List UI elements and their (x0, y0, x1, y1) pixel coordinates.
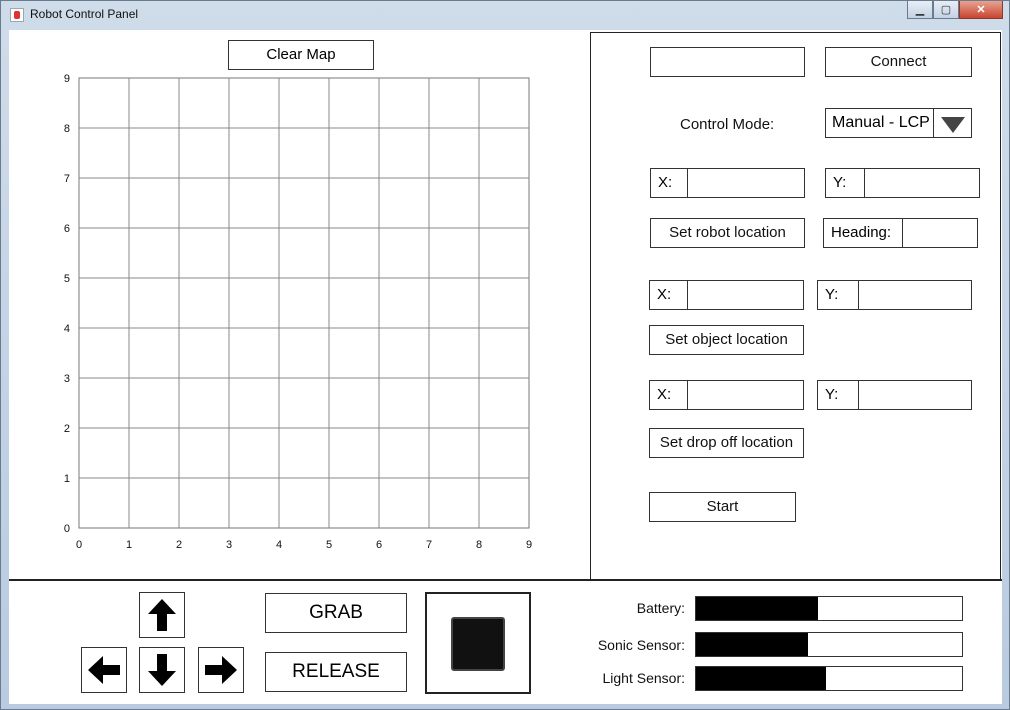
x-tick-label: 9 (526, 539, 532, 550)
y-tick-label: 2 (64, 423, 70, 435)
y-tick-label: 9 (64, 73, 70, 85)
y-tick-label: 3 (64, 373, 70, 385)
y-tick-label: 7 (64, 173, 70, 185)
title-bar[interactable]: Robot Control Panel ▁ ▢ ✕ (1, 1, 1009, 29)
plot-area (78, 77, 530, 529)
set-object-location-button[interactable]: Set object location (649, 325, 804, 355)
sonic-sensor-gauge (695, 632, 963, 657)
sonic-sensor-label: Sonic Sensor: (597, 637, 685, 653)
battery-label: Battery: (636, 600, 685, 616)
arrow-up-icon (148, 599, 176, 631)
dropoff-x-label: X: (650, 381, 688, 409)
x-tick-label: 3 (226, 539, 232, 550)
dropoff-y-field[interactable]: Y: (817, 380, 972, 410)
clear-map-button[interactable]: Clear Map (228, 40, 374, 70)
right-button[interactable] (198, 647, 244, 693)
y-tick-label: 8 (64, 123, 70, 135)
control-mode-label: Control Mode: (680, 116, 775, 133)
heading-field[interactable]: Heading: (823, 218, 978, 248)
minimize-button[interactable]: ▁ (907, 1, 933, 19)
light-sensor-label: Light Sensor: (602, 670, 686, 686)
arrow-right-icon (205, 656, 237, 684)
y-tick-label: 1 (64, 473, 70, 485)
control-panel: GRAB RELEASE Battery: Sonic Sensor: Ligh… (9, 579, 1002, 704)
y-tick-label: 5 (64, 273, 70, 285)
arrow-down-icon (148, 654, 176, 686)
connect-button[interactable]: Connect (825, 47, 972, 77)
robot-y-label: Y: (826, 169, 865, 197)
client-area: Clear Map 0 1 2 3 4 5 6 7 8 9 0 1 2 3 4 5 6 7 8 9 Connect C… (9, 30, 1002, 704)
y-tick-label: 6 (64, 223, 70, 235)
object-y-field[interactable]: Y: (817, 280, 972, 310)
set-robot-location-button[interactable]: Set robot location (650, 218, 805, 248)
sonic-sensor-gauge-fill (696, 633, 808, 656)
robot-x-label: X: (651, 169, 688, 197)
object-x-label: X: (650, 281, 688, 309)
app-window: Robot Control Panel ▁ ▢ ✕ Clear Map 0 1 2 3… (0, 0, 1010, 710)
settings-panel: Connect Control Mode: Manual - LCP X: Y:… (590, 32, 1001, 580)
battery-gauge-fill (696, 597, 819, 620)
maximize-icon: ▢ (940, 4, 952, 16)
set-dropoff-location-button[interactable]: Set drop off location (649, 428, 804, 458)
maximize-button[interactable]: ▢ (933, 1, 959, 19)
control-mode-select[interactable]: Manual - LCP (825, 108, 972, 138)
grab-button[interactable]: GRAB (265, 593, 407, 633)
forward-button[interactable] (139, 592, 185, 638)
object-x-field[interactable]: X: (649, 280, 804, 310)
x-tick-label: 8 (476, 539, 482, 550)
dropoff-y-label: Y: (818, 381, 859, 409)
window-controls: ▁ ▢ ✕ (907, 1, 1003, 21)
backward-button[interactable] (139, 647, 185, 693)
control-mode-value: Manual - LCP (832, 114, 930, 131)
y-tick-label: 0 (64, 523, 70, 535)
heading-label: Heading: (824, 219, 903, 247)
robot-x-field[interactable]: X: (650, 168, 805, 198)
start-button[interactable]: Start (649, 492, 796, 522)
dropoff-x-field[interactable]: X: (649, 380, 804, 410)
release-button[interactable]: RELEASE (265, 652, 407, 692)
light-sensor-gauge-fill (696, 667, 827, 690)
light-sensor-gauge (695, 666, 963, 691)
stop-icon (451, 617, 505, 671)
x-tick-label: 2 (176, 539, 182, 550)
map-grid-chart[interactable]: 0 1 2 3 4 5 6 7 8 9 0 1 2 3 4 5 6 7 8 9 (39, 70, 559, 550)
stop-button[interactable] (425, 592, 531, 694)
x-tick-label: 6 (376, 539, 382, 550)
minimize-icon: ▁ (915, 4, 925, 16)
close-icon: ✕ (976, 4, 986, 16)
close-button[interactable]: ✕ (959, 1, 1003, 19)
x-tick-label: 0 (76, 539, 82, 550)
address-input[interactable] (650, 47, 805, 77)
x-tick-label: 4 (276, 539, 282, 550)
x-tick-label: 5 (326, 539, 332, 550)
y-tick-label: 4 (64, 323, 70, 335)
dropdown-arrow-icon[interactable] (933, 109, 971, 137)
battery-gauge (695, 596, 963, 621)
x-tick-label: 7 (426, 539, 432, 550)
x-tick-label: 1 (126, 539, 132, 550)
window-title: Robot Control Panel (30, 7, 139, 21)
object-y-label: Y: (818, 281, 859, 309)
left-button[interactable] (81, 647, 127, 693)
robot-y-field[interactable]: Y: (825, 168, 980, 198)
arrow-left-icon (88, 656, 120, 684)
java-app-icon (10, 8, 24, 22)
